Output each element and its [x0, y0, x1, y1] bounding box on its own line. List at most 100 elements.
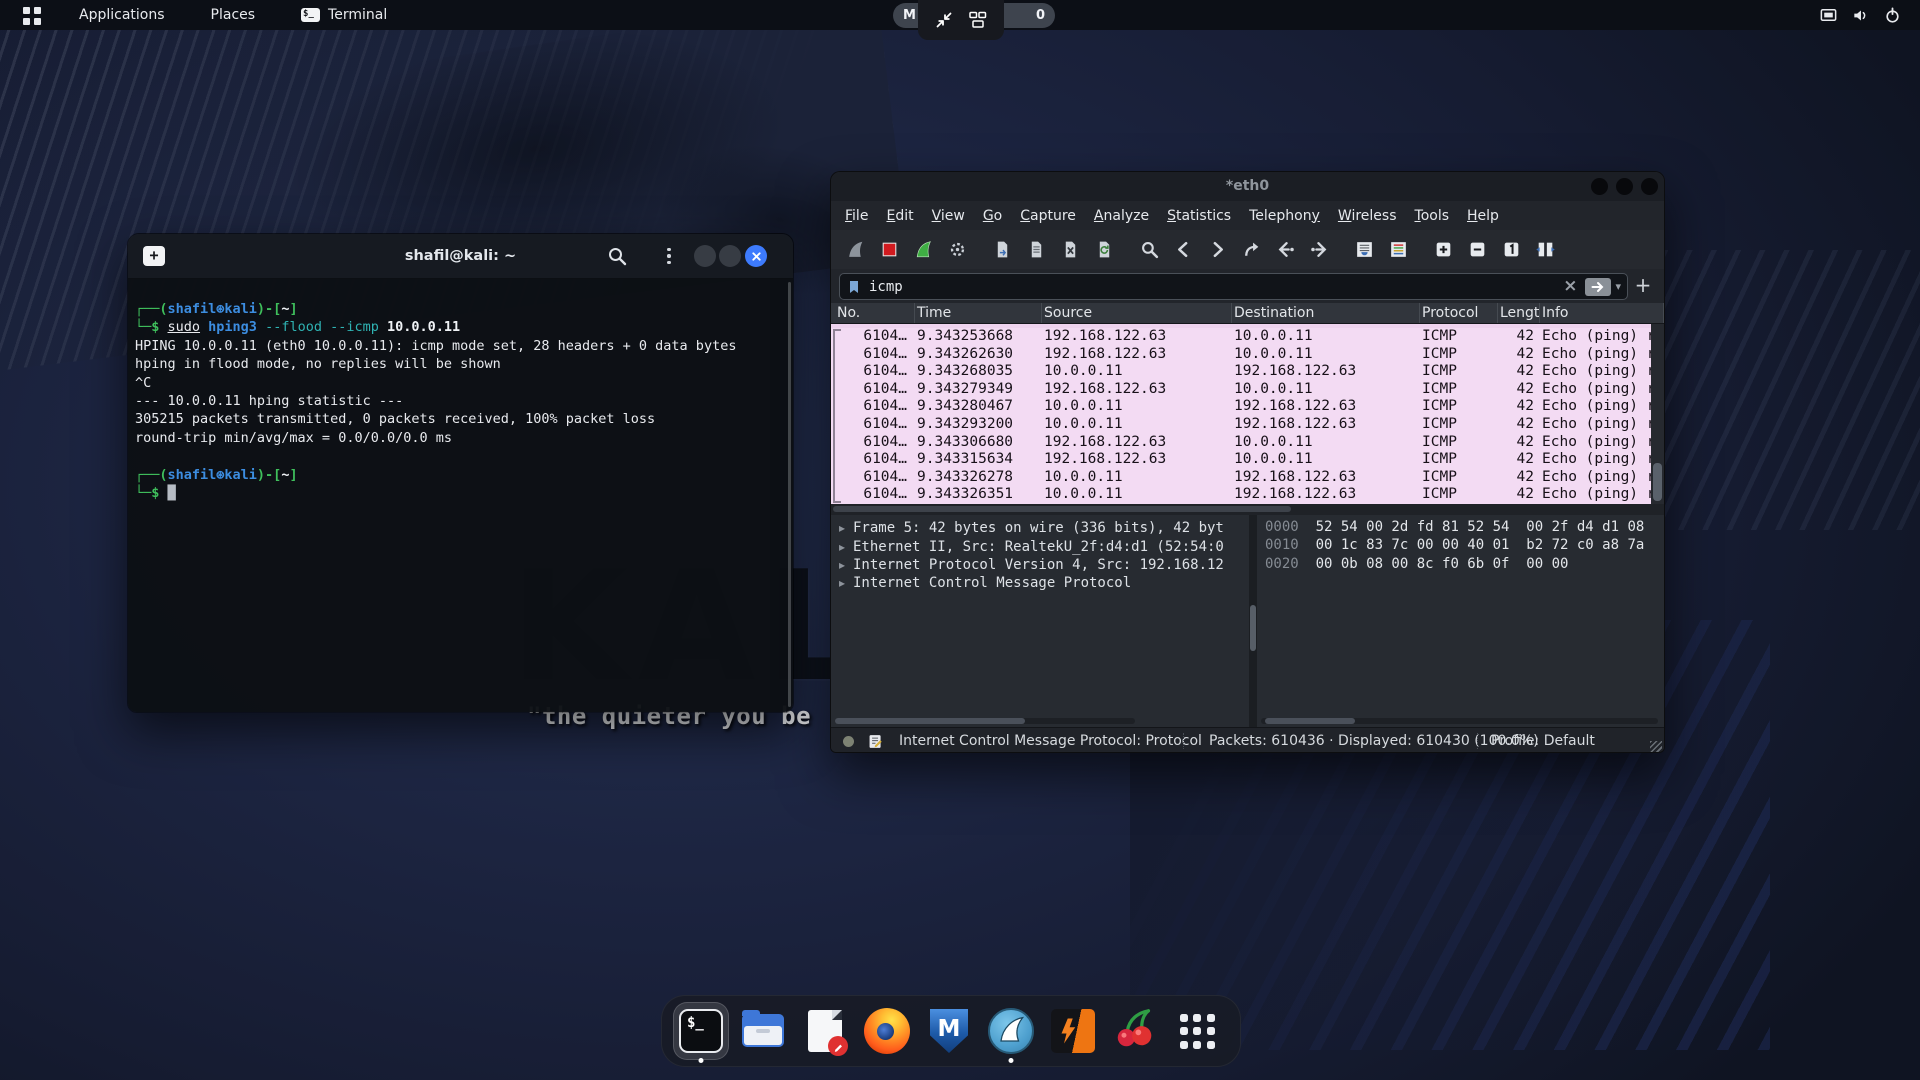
toolbar-capture-options-button[interactable]: [945, 238, 969, 262]
terminal-scrollbar[interactable]: [788, 282, 791, 707]
maximize-button[interactable]: [719, 245, 741, 267]
column-header-info[interactable]: Info: [1540, 303, 1664, 323]
toolbar-close-file-button[interactable]: [1058, 238, 1082, 262]
expand-arrow-icon[interactable]: ▸: [839, 558, 853, 572]
dock-terminal[interactable]: $_: [670, 999, 732, 1063]
packet-row[interactable]: 6104…9.343279349192.168.122.6310.0.0.11I…: [831, 381, 1664, 399]
dock-metasploit[interactable]: M: [918, 999, 980, 1063]
details-scrollbar[interactable]: [1249, 515, 1257, 727]
menu-kebab-icon[interactable]: [658, 245, 680, 267]
toolbar-resize-columns-button[interactable]: [1533, 238, 1557, 262]
packet-list-scrollbar[interactable]: [1651, 324, 1664, 504]
packet-row[interactable]: 6104…9.343262630192.168.122.6310.0.0.11I…: [831, 346, 1664, 364]
hex-row[interactable]: 0000 52 54 00 2d fd 81 52 54 00 2f d4 d1…: [1257, 519, 1664, 537]
toolbar-open-file-button[interactable]: [990, 238, 1014, 262]
terminal-titlebar[interactable]: + shafil@kali: ~: [128, 234, 793, 279]
packet-row[interactable]: 6104…9.34329320010.0.0.11192.168.122.63I…: [831, 416, 1664, 434]
bookmark-icon[interactable]: [846, 279, 862, 295]
column-header-source[interactable]: Source: [1042, 303, 1232, 323]
packet-row[interactable]: 6104…9.34328046710.0.0.11192.168.122.63I…: [831, 398, 1664, 416]
toolbar-find-packet-button[interactable]: [1137, 238, 1161, 262]
packet-row[interactable]: 6104…9.34332627810.0.0.11192.168.122.63I…: [831, 469, 1664, 487]
dock-firefox[interactable]: [856, 999, 918, 1063]
menu-tools[interactable]: Tools: [1406, 202, 1459, 230]
hex-row[interactable]: 0020 00 0b 08 00 8c f0 6b 0f 00 00: [1257, 556, 1664, 574]
toolbar-colorize-button[interactable]: [1386, 238, 1410, 262]
menu-edit[interactable]: Edit: [877, 202, 922, 230]
menu-go[interactable]: Go: [974, 202, 1011, 230]
display-filter-input[interactable]: icmp × ▾: [839, 273, 1628, 300]
column-header-protocol[interactable]: Protocol: [1420, 303, 1498, 323]
close-button[interactable]: [1641, 178, 1658, 195]
menu-file[interactable]: File: [836, 202, 877, 230]
details-hscrollbar[interactable]: [835, 718, 1135, 724]
dock-burpsuite[interactable]: [1042, 999, 1104, 1063]
search-icon[interactable]: [606, 245, 628, 267]
topbar-menu-terminal[interactable]: $_Terminal: [295, 5, 393, 25]
detail-tree-row[interactable]: ▸Ethernet II, Src: RealtekU_2f:d4:d1 (52…: [831, 537, 1249, 555]
toolbar-go-back-button[interactable]: [1171, 238, 1195, 262]
column-header-no[interactable]: No.: [835, 303, 915, 323]
detail-tree-row[interactable]: ▸Internet Control Message Protocol: [831, 574, 1249, 592]
toolbar-auto-scroll-button[interactable]: [1352, 238, 1376, 262]
capture-comment-icon[interactable]: [867, 733, 884, 750]
menu-telephony[interactable]: Telephony: [1240, 202, 1329, 230]
toolbar-go-first-button[interactable]: [1273, 238, 1297, 262]
packet-row[interactable]: 6104…9.343315634192.168.122.6310.0.0.11I…: [831, 451, 1664, 469]
menu-statistics[interactable]: Statistics: [1158, 202, 1240, 230]
dock-wireshark[interactable]: [980, 999, 1042, 1063]
toolbar-go-last-button[interactable]: [1307, 238, 1331, 262]
minimize-button[interactable]: [1591, 178, 1608, 195]
toolbar-start-capture-button[interactable]: [843, 238, 867, 262]
column-header-length[interactable]: Length: [1498, 303, 1540, 323]
toolbar-save-file-button[interactable]: [1024, 238, 1048, 262]
clear-filter-icon[interactable]: ×: [1563, 278, 1577, 295]
volume-icon[interactable]: [1851, 6, 1870, 25]
toolbar-zoom-100-button[interactable]: [1499, 238, 1523, 262]
dock-text-editor[interactable]: [794, 999, 856, 1063]
menu-capture[interactable]: Capture: [1011, 202, 1085, 230]
packet-row[interactable]: 6104…9.343306680192.168.122.6310.0.0.11I…: [831, 434, 1664, 452]
toolbar-reload-file-button[interactable]: [1092, 238, 1116, 262]
expand-arrow-icon[interactable]: ▸: [839, 521, 853, 535]
menu-analyze[interactable]: Analyze: [1085, 202, 1158, 230]
packet-bytes-pane[interactable]: 0000 52 54 00 2d fd 81 52 54 00 2f d4 d1…: [1257, 515, 1664, 727]
menu-help[interactable]: Help: [1458, 202, 1508, 230]
packet-details-pane[interactable]: ▸Frame 5: 42 bytes on wire (336 bits), 4…: [831, 515, 1249, 727]
maximize-button[interactable]: [1616, 178, 1633, 195]
toolbar-restart-capture-button[interactable]: [911, 238, 935, 262]
terminal-output[interactable]: ┌──(shafil⊛kali)-[~]└─$ sudo hping3 --fl…: [128, 278, 793, 712]
toolbar-go-to-packet-button[interactable]: [1239, 238, 1263, 262]
column-header-destination[interactable]: Destination: [1232, 303, 1420, 323]
toolbar-go-forward-button[interactable]: [1205, 238, 1229, 262]
expert-status-icon[interactable]: [843, 736, 854, 747]
expand-arrow-icon[interactable]: ▸: [839, 540, 853, 554]
app-grid-icon[interactable]: [23, 5, 43, 25]
detail-tree-row[interactable]: ▸Frame 5: 42 bytes on wire (336 bits), 4…: [831, 519, 1249, 537]
topbar-menu-places[interactable]: Places: [205, 5, 262, 25]
resize-grip[interactable]: [1650, 741, 1662, 753]
menu-view[interactable]: View: [923, 202, 974, 230]
packet-row[interactable]: 6104…9.343253668192.168.122.6310.0.0.11I…: [831, 328, 1664, 346]
compress-icon[interactable]: [934, 10, 954, 30]
add-filter-button[interactable]: +: [1631, 273, 1655, 298]
bytes-hscrollbar[interactable]: [1261, 718, 1658, 724]
apply-filter-button[interactable]: [1585, 278, 1611, 296]
column-header-time[interactable]: Time: [915, 303, 1042, 323]
toolbar-stop-capture-button[interactable]: [877, 238, 901, 262]
toolbar-zoom-out-button[interactable]: [1465, 238, 1489, 262]
packet-row[interactable]: 6104…9.34326803510.0.0.11192.168.122.63I…: [831, 363, 1664, 381]
minimize-button[interactable]: [694, 245, 716, 267]
wireshark-titlebar[interactable]: *eth0: [831, 172, 1664, 201]
topbar-menu-applications[interactable]: Applications: [73, 5, 171, 25]
power-icon[interactable]: [1883, 6, 1902, 25]
close-button[interactable]: [745, 245, 767, 267]
menu-wireless[interactable]: Wireless: [1329, 202, 1406, 230]
dock-cherrytree[interactable]: [1104, 999, 1166, 1063]
filter-dropdown-caret[interactable]: ▾: [1615, 280, 1621, 293]
toolbar-zoom-in-button[interactable]: [1431, 238, 1455, 262]
hex-row[interactable]: 0010 00 1c 83 7c 00 00 40 01 b2 72 c0 a8…: [1257, 537, 1664, 555]
status-profile[interactable]: Profile: Default: [1491, 728, 1595, 753]
workspaces-icon[interactable]: [968, 10, 988, 30]
dock-file-manager[interactable]: [732, 999, 794, 1063]
